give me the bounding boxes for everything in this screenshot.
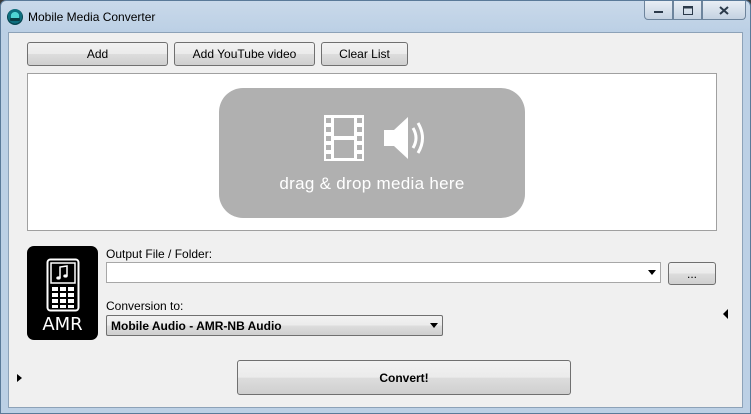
browse-button[interactable]: ... bbox=[668, 262, 716, 285]
expand-left-arrow-icon[interactable] bbox=[723, 309, 728, 319]
conversion-select[interactable]: Mobile Audio - AMR-NB Audio bbox=[106, 315, 443, 336]
clear-list-button[interactable]: Clear List bbox=[321, 42, 408, 66]
conversion-selected-value: Mobile Audio - AMR-NB Audio bbox=[111, 319, 282, 333]
minimize-icon bbox=[654, 11, 663, 13]
output-path-combo[interactable] bbox=[106, 262, 661, 283]
title-bar[interactable]: Mobile Media Converter bbox=[1, 1, 750, 32]
window-title: Mobile Media Converter bbox=[28, 10, 156, 24]
film-icon bbox=[324, 115, 364, 161]
add-button[interactable]: Add bbox=[27, 42, 168, 66]
close-button[interactable] bbox=[702, 1, 746, 20]
app-icon bbox=[7, 9, 23, 25]
client-area: Add Add YouTube video Clear List drag & … bbox=[8, 32, 743, 408]
output-label: Output File / Folder: bbox=[106, 247, 213, 261]
format-badge-label: AMR bbox=[42, 314, 83, 335]
phone-music-icon bbox=[46, 258, 80, 312]
chevron-down-icon[interactable] bbox=[648, 270, 656, 275]
maximize-button[interactable] bbox=[673, 1, 702, 20]
expand-right-arrow-icon[interactable] bbox=[17, 374, 22, 382]
convert-button[interactable]: Convert! bbox=[237, 360, 571, 395]
speaker-icon bbox=[384, 117, 424, 159]
format-badge: AMR bbox=[27, 246, 98, 340]
media-drop-area[interactable]: drag & drop media here bbox=[27, 73, 717, 231]
drop-hint-text: drag & drop media here bbox=[279, 174, 465, 193]
minimize-button[interactable] bbox=[644, 1, 673, 20]
window-controls bbox=[644, 1, 746, 21]
close-icon bbox=[719, 5, 729, 15]
add-youtube-video-button[interactable]: Add YouTube video bbox=[174, 42, 315, 66]
chevron-down-icon[interactable] bbox=[430, 323, 438, 328]
drop-hint-card: drag & drop media here bbox=[219, 88, 525, 218]
conversion-label: Conversion to: bbox=[106, 299, 184, 313]
maximize-icon bbox=[682, 5, 693, 15]
app-window: Mobile Media Converter Add Add YouTube v… bbox=[0, 0, 751, 414]
